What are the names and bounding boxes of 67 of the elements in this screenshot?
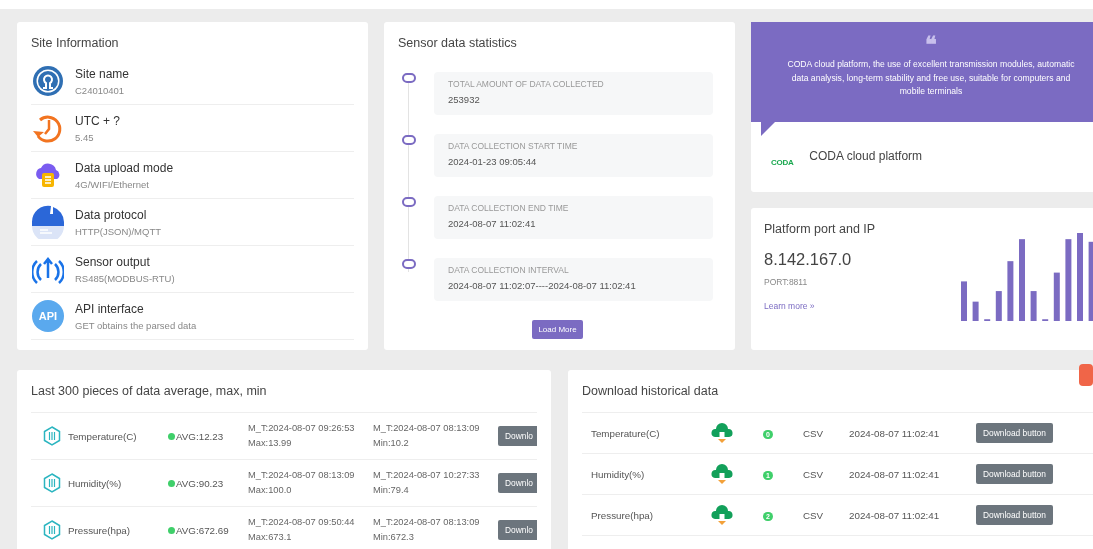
sensor-name: Temperature(C) xyxy=(591,427,661,439)
stat-label: TOTAL AMOUNT OF DATA COLLECTED xyxy=(448,79,605,89)
info-label: Data protocol xyxy=(75,207,148,222)
stat-label: DATA COLLECTION END TIME xyxy=(448,203,570,213)
card-title: Download historical data xyxy=(581,383,720,398)
info-value: HTTP(JSON)/MQTT xyxy=(75,225,161,237)
max-time: M_T:2024-08-07 09:50:44 xyxy=(248,516,356,529)
sensor-name: Humidity(%) xyxy=(68,477,123,489)
sensor-name: Pressure(hpa) xyxy=(68,524,132,536)
max-value: Max:100.0 xyxy=(248,484,293,497)
info-value: C24010401 xyxy=(75,84,126,96)
quote-text: CODA cloud platform, the use of excellent transmission modules, automatic data analysis, long-term stability and free use, suitable for computers and mobile terminals xyxy=(786,58,1076,98)
average-value: AVG:90.23 xyxy=(176,477,225,489)
time-cell-text: 2024-08-07 11:02:41 xyxy=(849,509,941,521)
download-button[interactable]: Downlo xyxy=(498,426,537,446)
min-time: M_T:2024-08-07 10:27:33 xyxy=(373,469,481,482)
info-label: API interface xyxy=(75,301,145,316)
download-button[interactable]: Download button xyxy=(976,505,1053,525)
logo: CODA xyxy=(771,158,794,167)
format-cell-text: CSV xyxy=(803,427,825,439)
ip-address: 8.142.167.0 xyxy=(764,250,852,269)
sensor-name: Humidity(%) xyxy=(591,468,646,480)
card-title: Site Information xyxy=(30,35,120,50)
sensor-name: Temperature(C) xyxy=(68,430,138,442)
min-value: Min:79.4 xyxy=(373,484,410,497)
max-value: Max:673.1 xyxy=(248,531,293,544)
format-cell-text: CSV xyxy=(803,509,825,521)
time-cell-text: 2024-08-07 11:02:41 xyxy=(849,427,941,439)
max-time: M_T:2024-08-07 09:26:53 xyxy=(248,422,356,435)
average-value: AVG:672.69 xyxy=(176,524,230,536)
card-title: Last 300 pieces of data average, max, min xyxy=(30,383,268,398)
max-value: Max:13.99 xyxy=(248,437,293,450)
info-label: Data upload mode xyxy=(75,160,174,175)
port-text: PORT:8811 xyxy=(764,277,809,287)
time-cell-text: 2024-08-07 11:02:41 xyxy=(849,468,941,480)
load-more-button[interactable]: Load More xyxy=(532,320,583,339)
download-button[interactable]: Download button xyxy=(976,464,1053,484)
min-time: M_T:2024-08-07 08:13:09 xyxy=(373,422,481,435)
info-label: UTC + ? xyxy=(75,113,120,128)
stat-value: 253932 xyxy=(448,94,481,105)
stat-value: 2024-01-23 09:05:44 xyxy=(448,156,538,167)
info-value: GET obtains the parsed data xyxy=(75,319,197,331)
info-value: 4G/WIFI/Ethernet xyxy=(75,178,150,190)
card-title: Platform port and IP xyxy=(763,221,877,236)
stat-label: DATA COLLECTION INTERVAL xyxy=(448,265,570,275)
download-button[interactable]: Download button xyxy=(976,423,1053,443)
info-label: Sensor output xyxy=(75,254,151,269)
learn-more-link[interactable]: Learn more » xyxy=(764,301,852,311)
download-button[interactable]: Downlo xyxy=(498,520,537,540)
stat-value: 2024-08-07 11:02:41 xyxy=(448,218,537,229)
card-title: Sensor data statistics xyxy=(397,35,518,50)
api-icon: API xyxy=(32,300,64,332)
min-time: M_T:2024-08-07 08:13:09 xyxy=(373,516,481,529)
sensor-name: Pressure(hpa) xyxy=(591,509,655,521)
quote-mark: ❝ xyxy=(924,34,938,56)
download-button[interactable]: Downlo xyxy=(498,473,537,493)
format-cell-text: CSV xyxy=(803,468,825,480)
min-value: Min:672.3 xyxy=(373,531,415,544)
min-value: Min:10.2 xyxy=(373,437,410,450)
max-time: M_T:2024-08-07 08:13:09 xyxy=(248,469,356,482)
stat-label: DATA COLLECTION START TIME xyxy=(448,141,579,151)
stat-value: 2024-08-07 11:02:07----2024-08-07 11:02:41 xyxy=(448,280,637,291)
platform-name: CODA cloud platform xyxy=(809,148,923,163)
average-value: AVG:12.23 xyxy=(176,430,225,442)
info-value: 5.45 xyxy=(75,131,95,143)
info-label: Site name xyxy=(75,66,130,81)
info-value: RS485(MODBUS-RTU) xyxy=(75,272,175,284)
